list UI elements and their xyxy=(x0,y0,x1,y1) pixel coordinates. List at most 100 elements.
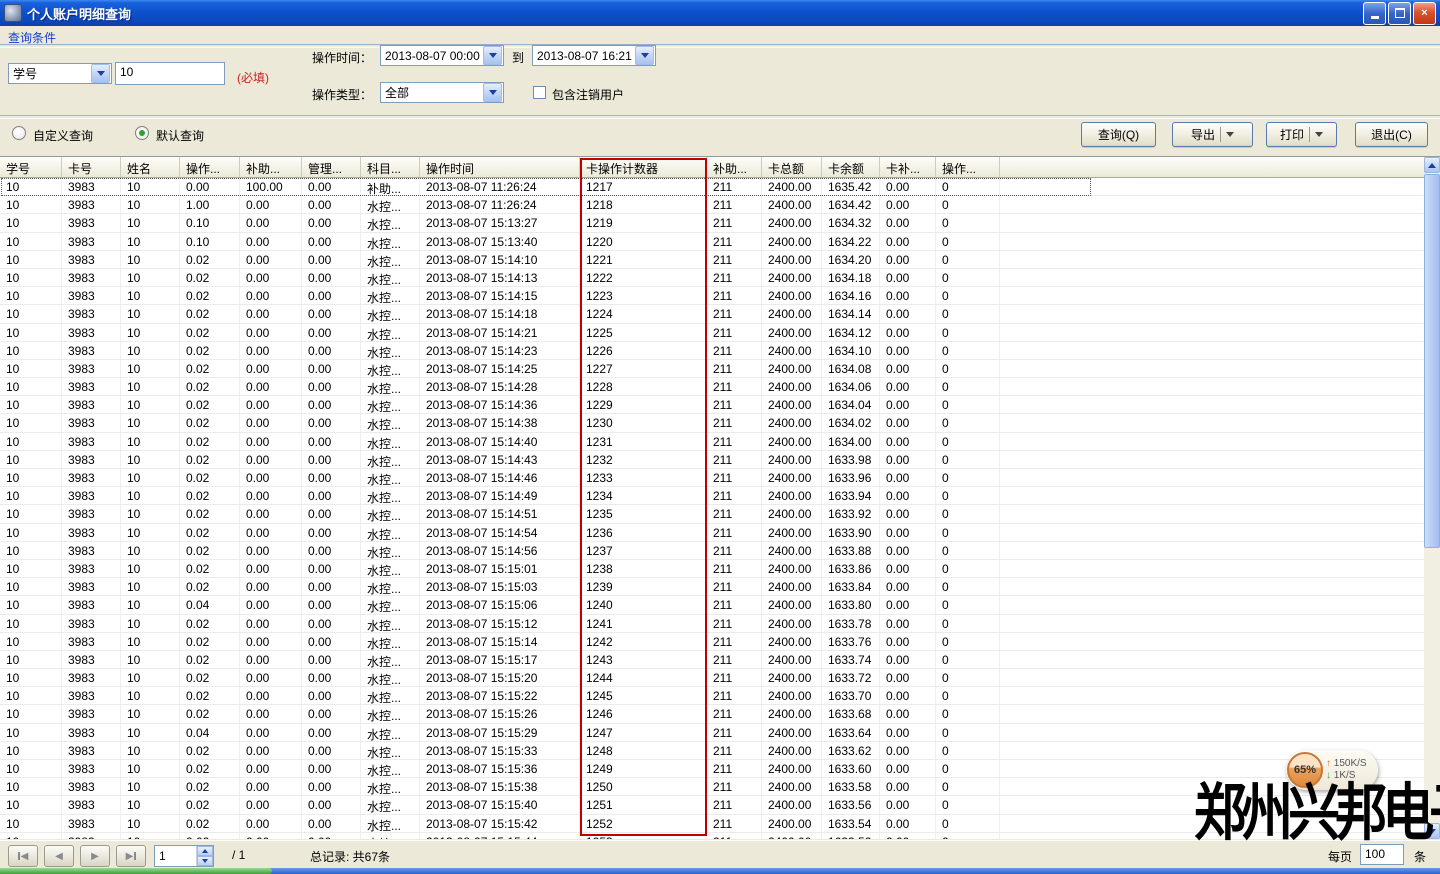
table-cell[interactable]: 0.00 xyxy=(880,196,936,213)
table-cell[interactable]: 0.00 xyxy=(880,433,936,450)
table-cell[interactable]: 0 xyxy=(936,724,1000,741)
table-cell[interactable]: 水控... xyxy=(361,633,420,650)
table-cell[interactable]: 水控... xyxy=(361,214,420,231)
table-cell[interactable]: 2013-08-07 15:15:12 xyxy=(420,615,580,632)
include-cancelled-checkbox[interactable] xyxy=(533,86,546,99)
table-cell[interactable]: 水控... xyxy=(361,287,420,304)
table-cell[interactable]: 1239 xyxy=(580,578,707,595)
table-cell[interactable]: 水控... xyxy=(361,833,420,839)
table-cell[interactable]: 0.00 xyxy=(240,633,302,650)
table-cell[interactable]: 0.00 xyxy=(240,196,302,213)
table-cell[interactable]: 10 xyxy=(121,360,180,377)
table-cell[interactable]: 10 xyxy=(0,796,62,813)
table-cell[interactable]: 0.00 xyxy=(880,596,936,613)
table-cell[interactable]: 0.02 xyxy=(180,578,240,595)
table-cell[interactable]: 10 xyxy=(121,669,180,686)
header-cell[interactable]: 卡余额 xyxy=(822,157,880,177)
table-cell[interactable]: 水控... xyxy=(361,796,420,813)
table-cell[interactable]: 2013-08-07 15:14:36 xyxy=(420,396,580,413)
table-cell[interactable]: 2013-08-07 15:15:17 xyxy=(420,651,580,668)
header-cell[interactable]: 卡号 xyxy=(62,157,121,177)
table-cell[interactable]: 2013-08-07 15:14:51 xyxy=(420,505,580,522)
table-cell[interactable]: 0 xyxy=(936,396,1000,413)
table-cell[interactable]: 10 xyxy=(121,651,180,668)
table-cell[interactable]: 2400.00 xyxy=(762,633,822,650)
table-cell[interactable]: 水控... xyxy=(361,778,420,795)
table-cell[interactable]: 2400.00 xyxy=(762,451,822,468)
header-cell[interactable]: 卡总额 xyxy=(762,157,822,177)
table-cell[interactable]: 1634.42 xyxy=(822,196,880,213)
table-cell[interactable]: 10 xyxy=(0,214,62,231)
table-cell[interactable]: 0.00 xyxy=(880,687,936,704)
table-cell[interactable]: 1246 xyxy=(580,705,707,722)
table-cell[interactable]: 2400.00 xyxy=(762,178,822,195)
table-cell[interactable]: 211 xyxy=(707,578,762,595)
table-cell[interactable]: 0 xyxy=(936,815,1000,832)
table-cell[interactable]: 0.00 xyxy=(240,578,302,595)
table-cell[interactable]: 3983 xyxy=(62,269,121,286)
table-cell[interactable]: 2400.00 xyxy=(762,378,822,395)
table-cell[interactable]: 0 xyxy=(936,687,1000,704)
table-cell[interactable]: 0 xyxy=(936,414,1000,431)
table-cell[interactable]: 0.02 xyxy=(180,705,240,722)
table-cell[interactable]: 0.04 xyxy=(180,596,240,613)
table-cell[interactable]: 0.00 xyxy=(302,342,361,359)
table-cell[interactable]: 1634.06 xyxy=(822,378,880,395)
table-cell[interactable]: 水控... xyxy=(361,360,420,377)
table-cell[interactable]: 0.02 xyxy=(180,342,240,359)
table-cell[interactable]: 0 xyxy=(936,524,1000,541)
table-row[interactable]: 103983101.000.000.00水控...2013-08-07 11:2… xyxy=(0,196,1440,214)
exit-button[interactable]: 退出(C) xyxy=(1355,122,1428,147)
table-row[interactable]: 103983100.020.000.00水控...2013-08-07 15:1… xyxy=(0,705,1440,723)
table-cell[interactable]: 水控... xyxy=(361,578,420,595)
table-cell[interactable]: 0.00 xyxy=(240,269,302,286)
table-cell[interactable]: 0.00 xyxy=(302,433,361,450)
table-cell[interactable]: 0.00 xyxy=(240,505,302,522)
table-row[interactable]: 103983100.020.000.00水控...2013-08-07 15:1… xyxy=(0,578,1440,596)
table-cell[interactable]: 10 xyxy=(121,305,180,322)
table-cell[interactable]: 0 xyxy=(936,324,1000,341)
table-row[interactable]: 103983100.020.000.00水控...2013-08-07 15:1… xyxy=(0,396,1440,414)
table-cell[interactable]: 0.00 xyxy=(880,251,936,268)
chevron-down-icon[interactable] xyxy=(635,46,654,65)
table-cell[interactable]: 2400.00 xyxy=(762,196,822,213)
table-cell[interactable]: 0.02 xyxy=(180,414,240,431)
table-cell[interactable]: 0 xyxy=(936,669,1000,686)
table-cell[interactable]: 2013-08-07 15:15:22 xyxy=(420,687,580,704)
next-page-button[interactable]: ▶ xyxy=(80,845,110,867)
table-cell[interactable]: 水控... xyxy=(361,687,420,704)
table-cell[interactable]: 3983 xyxy=(62,414,121,431)
table-cell[interactable]: 2400.00 xyxy=(762,251,822,268)
table-cell[interactable]: 0.02 xyxy=(180,451,240,468)
table-cell[interactable]: 2400.00 xyxy=(762,214,822,231)
table-cell[interactable]: 1633.98 xyxy=(822,451,880,468)
table-cell[interactable]: 0.00 xyxy=(240,342,302,359)
header-cell[interactable]: 卡操作计数器 xyxy=(580,157,707,177)
table-cell[interactable]: 1224 xyxy=(580,305,707,322)
table-cell[interactable]: 2400.00 xyxy=(762,833,822,839)
chevron-down-icon[interactable] xyxy=(91,64,110,83)
table-cell[interactable]: 0.02 xyxy=(180,615,240,632)
table-cell[interactable]: 3983 xyxy=(62,596,121,613)
table-cell[interactable]: 100.00 xyxy=(240,178,302,195)
table-cell[interactable]: 0.00 xyxy=(880,378,936,395)
table-cell[interactable]: 1633.70 xyxy=(822,687,880,704)
table-cell[interactable]: 0.02 xyxy=(180,378,240,395)
table-cell[interactable]: 10 xyxy=(121,833,180,839)
table-cell[interactable]: 2400.00 xyxy=(762,596,822,613)
table-cell[interactable]: 1220 xyxy=(580,233,707,250)
table-cell[interactable]: 2400.00 xyxy=(762,687,822,704)
table-row[interactable]: 103983100.020.000.00水控...2013-08-07 15:1… xyxy=(0,469,1440,487)
table-cell[interactable]: 0.02 xyxy=(180,778,240,795)
table-cell[interactable]: 10 xyxy=(0,760,62,777)
table-cell[interactable]: 0.00 xyxy=(302,469,361,486)
table-cell[interactable]: 0.00 xyxy=(302,287,361,304)
table-cell[interactable]: 2400.00 xyxy=(762,651,822,668)
table-cell[interactable]: 2013-08-07 15:15:26 xyxy=(420,705,580,722)
table-cell[interactable]: 1244 xyxy=(580,669,707,686)
table-cell[interactable]: 1217 xyxy=(580,178,707,195)
table-cell[interactable]: 1633.74 xyxy=(822,651,880,668)
table-cell[interactable]: 0.00 xyxy=(880,542,936,559)
table-cell[interactable]: 0.02 xyxy=(180,633,240,650)
table-cell[interactable]: 2400.00 xyxy=(762,760,822,777)
